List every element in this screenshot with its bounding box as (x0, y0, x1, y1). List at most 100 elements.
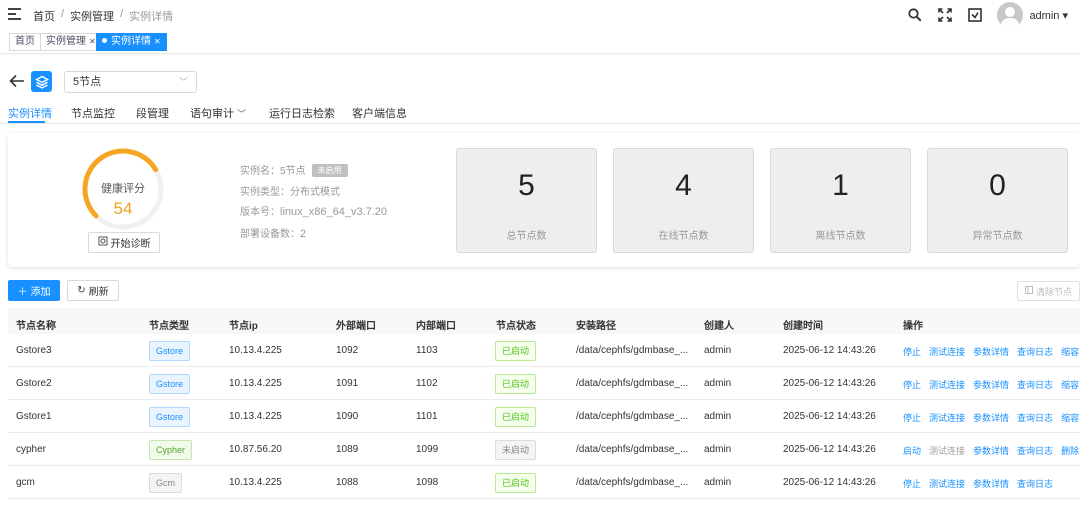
action-link[interactable]: 停止 (903, 378, 921, 391)
action-link[interactable]: 查询日志 (1017, 477, 1053, 490)
node-status-tag: 已启动 (495, 341, 537, 361)
refresh-label: 刷新 (88, 287, 109, 298)
action-link[interactable]: 缩容 (1061, 345, 1079, 358)
tab-segment-manage[interactable]: 段管理 (136, 105, 169, 121)
tags-bar: 首页 实例管理 ✕ 实例详情 ✕ (0, 30, 1080, 54)
status-badge: 未启用 (311, 164, 348, 177)
back-arrow-icon[interactable] (9, 74, 25, 91)
action-link[interactable]: 删除 (1061, 444, 1079, 457)
breadcrumb-parent[interactable]: 实例管理 (70, 8, 114, 24)
instance-select[interactable]: 5节点 ﹀ (64, 71, 197, 93)
node-type-tag: Gcm (149, 473, 182, 493)
column-header: 外部端口 (336, 321, 376, 332)
cell-internal-port: 1098 (416, 477, 439, 488)
action-link[interactable]: 参数详情 (973, 477, 1009, 490)
action-link[interactable]: 测试连接 (929, 411, 965, 424)
column-header: 操作 (903, 321, 923, 332)
diagnose-label: 开始诊断 (110, 239, 151, 250)
info-instance-type: 实例类型：分布式模式 (240, 183, 340, 198)
user-name: admin (1029, 9, 1060, 22)
cell-creator: admin (704, 345, 732, 356)
action-link[interactable]: 缩容 (1061, 411, 1079, 424)
action-link[interactable]: 停止 (903, 477, 921, 490)
action-link[interactable]: 查询日志 (1017, 411, 1053, 424)
chevron-down-icon: ﹀ (237, 109, 247, 119)
user-menu[interactable]: admin ▾ (1029, 9, 1068, 22)
search-icon[interactable] (907, 7, 923, 23)
action-link[interactable]: 测试连接 (929, 345, 965, 358)
close-icon[interactable]: ✕ (89, 37, 96, 46)
top-bar: 首页 / 实例管理 / 实例详情 admin ▾ (0, 0, 1080, 30)
tab-instance-detail[interactable]: 实例详情 (8, 105, 52, 121)
instance-select-value: 5节点 (73, 76, 102, 88)
chevron-down-icon: ﹀ (178, 77, 188, 87)
tab-client-info[interactable]: 客户端信息 (352, 105, 407, 121)
cell-external-port: 1092 (336, 345, 359, 356)
tab-log-search[interactable]: 运行日志检索 (269, 105, 335, 121)
tab-statement-audit[interactable]: 语句审计 ﹀ (190, 105, 246, 121)
action-link[interactable]: 参数详情 (973, 444, 1009, 457)
health-label: 健康评分 (101, 183, 145, 195)
cell-node-ip: 10.13.4.225 (229, 345, 282, 356)
action-link[interactable]: 停止 (903, 411, 921, 424)
info-value: linux_x86_64_v3.7.20 (280, 206, 388, 218)
cell-node-ip: 10.13.4.225 (229, 411, 282, 422)
column-header: 创建时间 (783, 321, 823, 332)
action-link[interactable]: 停止 (903, 345, 921, 358)
table-row: Gstore3 Gstore 10.13.4.225 1092 1103 已启动/data… (8, 334, 1080, 367)
table-row: Gstore2 Gstore 10.13.4.225 1091 1102 已启动/data… (8, 367, 1080, 400)
clear-label: 清除节点 (1035, 286, 1072, 297)
tag-label: 实例详情 (111, 36, 151, 47)
action-link[interactable]: 查询日志 (1017, 444, 1053, 457)
task-check-icon[interactable] (967, 7, 983, 23)
menu-toggle-icon[interactable] (8, 8, 21, 20)
action-link[interactable]: 参数详情 (973, 345, 1009, 358)
refresh-button[interactable]: ↻ 刷新 (67, 280, 119, 301)
breadcrumb-home[interactable]: 首页 (33, 8, 55, 24)
tag-label: 首页 (15, 36, 35, 47)
action-link[interactable]: 启动 (903, 444, 921, 457)
layers-icon (31, 71, 52, 92)
tag-home[interactable]: 首页 (9, 33, 41, 51)
tab-label: 语句审计 (190, 108, 234, 120)
table-row: Gstore1 Gstore 10.13.4.225 1090 1101 已启动/data… (8, 400, 1080, 433)
action-link[interactable]: 参数详情 (973, 378, 1009, 391)
start-diagnose-button[interactable]: 开始诊断 (88, 232, 160, 253)
action-link[interactable]: 查询日志 (1017, 378, 1053, 391)
cell-creator: admin (704, 378, 732, 389)
cell-install-path: /data/cephfs/gdmbase_... (576, 378, 689, 389)
tag-instance-detail[interactable]: 实例详情 ✕ (96, 33, 167, 51)
action-link[interactable]: 测试连接 (929, 477, 965, 490)
add-node-button[interactable]: ＋ 添加 (8, 280, 60, 301)
health-score: 54 (113, 199, 133, 218)
column-header: 创建人 (704, 321, 734, 332)
cell-creator: admin (704, 444, 732, 455)
action-link[interactable]: 参数详情 (973, 411, 1009, 424)
cell-internal-port: 1102 (416, 378, 438, 389)
cell-external-port: 1089 (336, 444, 359, 455)
avatar[interactable] (997, 2, 1024, 28)
cell-creator: admin (704, 477, 732, 488)
action-link[interactable]: 查询日志 (1017, 345, 1053, 358)
action-link[interactable]: 测试连接 (929, 378, 965, 391)
node-type-tag: Gstore (149, 407, 191, 427)
action-link[interactable]: 测试连接 (929, 444, 965, 457)
stat-label: 离线节点数 (815, 231, 866, 242)
clear-nodes-button[interactable]: 清除节点 (1017, 281, 1080, 301)
row-actions: 停止 测试连接 参数详情 查询日志 (903, 477, 1053, 490)
stat-value: 0 (989, 169, 1006, 202)
info-label: 版本号： (240, 207, 280, 218)
close-icon[interactable]: ✕ (154, 37, 161, 46)
stat-label: 异常节点数 (972, 231, 1023, 242)
fullscreen-icon[interactable] (937, 7, 953, 23)
node-status-tag: 已启动 (495, 374, 537, 394)
info-value: 5节点 (280, 166, 306, 177)
node-status-tag: 未启动 (495, 440, 537, 460)
breadcrumb-separator: / (61, 8, 65, 20)
tag-label: 实例管理 (46, 36, 86, 47)
tab-node-monitor[interactable]: 节点监控 (71, 105, 115, 121)
refresh-icon: ↻ (77, 285, 86, 296)
cell-node-name: cypher (16, 444, 47, 455)
tag-instance-manage[interactable]: 实例管理 ✕ (40, 33, 102, 51)
action-link[interactable]: 缩容 (1061, 378, 1079, 391)
